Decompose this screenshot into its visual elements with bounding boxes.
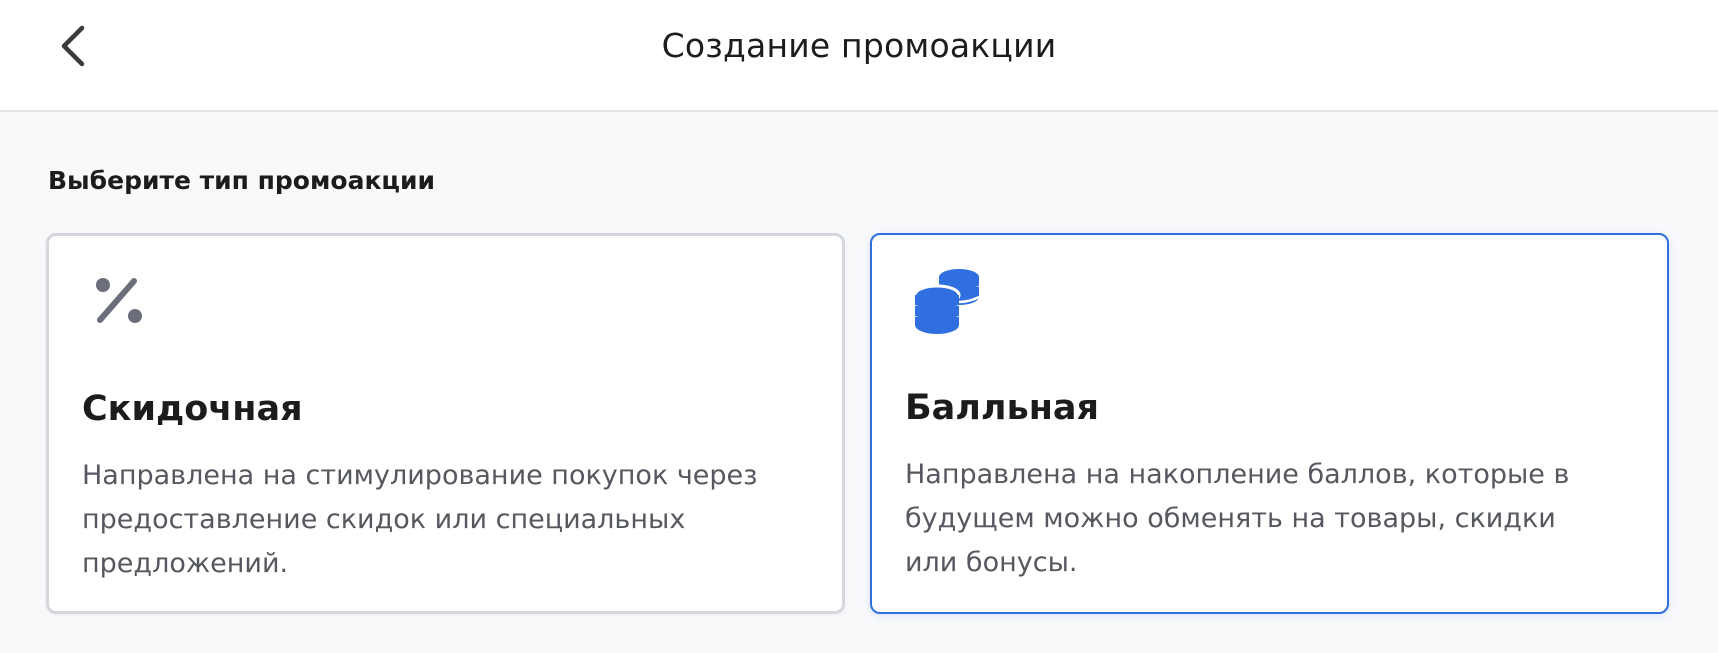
card-title: Скидочная xyxy=(82,389,303,429)
coins-icon xyxy=(911,265,981,335)
promo-type-card-points[interactable]: Балльная Направлена на накопление баллов… xyxy=(870,233,1669,614)
card-title: Балльная xyxy=(905,388,1099,428)
page-title: Создание промоакции xyxy=(661,26,1057,65)
card-description: Направлена на накопление баллов, которые… xyxy=(905,459,1570,578)
percent-icon xyxy=(91,272,153,334)
top-bar: Создание промоакции xyxy=(0,0,1718,112)
card-description: Направлена на стимулирование покупок чер… xyxy=(82,460,758,579)
section-title: Выберите тип промоакции xyxy=(48,166,435,195)
promo-type-card-discount[interactable]: Скидочная Направлена на стимулирование п… xyxy=(46,233,845,614)
